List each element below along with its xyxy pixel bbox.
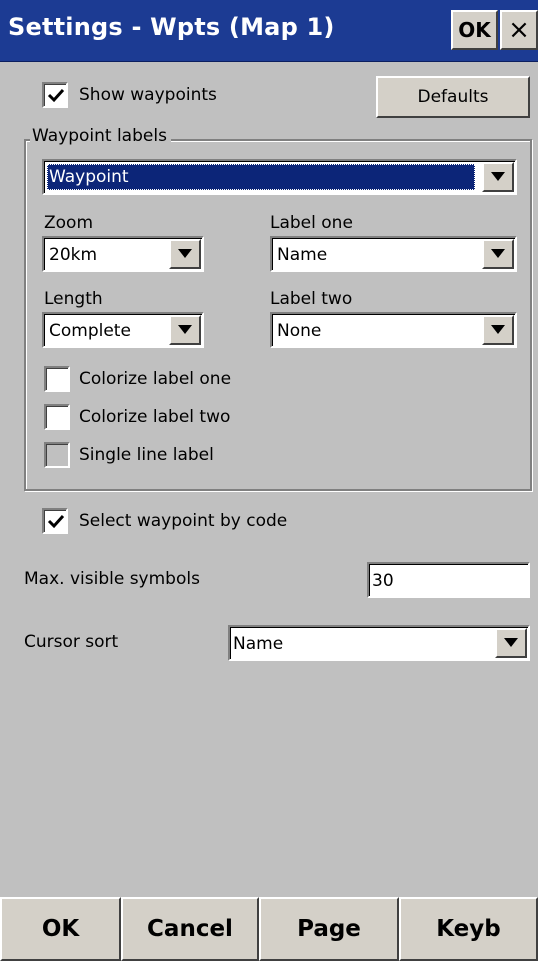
single-line-label-checkbox[interactable] [44, 442, 70, 468]
label-one-dropdown-button[interactable] [482, 239, 514, 269]
length-dropdown-button[interactable] [169, 315, 201, 345]
checkmark-icon [47, 88, 65, 103]
page-button[interactable]: Page [259, 897, 399, 961]
waypoint-type-value: Waypoint [47, 164, 475, 190]
show-waypoints-label: Show waypoints [79, 85, 217, 105]
show-waypoints-checkbox[interactable] [42, 82, 68, 108]
label-two-label: Label two [270, 289, 353, 309]
length-value: Complete [49, 321, 131, 341]
cursor-sort-value: Name [233, 634, 284, 654]
waypoint-labels-legend: Waypoint labels [30, 126, 171, 146]
keyboard-button[interactable]: Keyb [399, 897, 538, 961]
cancel-button[interactable]: Cancel [121, 897, 259, 961]
colorize-label-two-checkbox[interactable] [44, 404, 70, 430]
bottom-button-bar: OK Cancel Page Keyb [0, 897, 538, 961]
checkmark-icon [47, 514, 65, 529]
waypoint-type-dropdown-button[interactable] [482, 162, 514, 192]
cursor-sort-select[interactable]: Name [228, 625, 530, 661]
max-symbols-input[interactable]: 30 [367, 562, 530, 598]
defaults-button[interactable]: Defaults [376, 76, 530, 118]
chevron-down-icon [178, 249, 192, 258]
length-select[interactable]: Complete [42, 312, 204, 348]
zoom-label: Zoom [44, 213, 94, 233]
chevron-down-icon [178, 325, 192, 334]
chevron-down-icon [504, 638, 518, 647]
select-by-code-label: Select waypoint by code [79, 511, 288, 531]
colorize-label-two-label: Colorize label two [79, 407, 231, 427]
cursor-sort-dropdown-button[interactable] [495, 628, 527, 658]
chevron-down-icon [491, 172, 505, 181]
label-two-value: None [277, 321, 322, 341]
colorize-label-one-checkbox[interactable] [44, 366, 70, 392]
colorize-label-one-label: Colorize label one [79, 369, 232, 389]
zoom-select[interactable]: 20km [42, 236, 204, 272]
title-bar: Settings - Wpts (Map 1) OK × [0, 0, 538, 62]
chevron-down-icon [491, 249, 505, 258]
label-one-value: Name [277, 245, 328, 265]
max-symbols-value: 30 [372, 571, 394, 591]
label-one-select[interactable]: Name [270, 236, 517, 272]
chevron-down-icon [491, 325, 505, 334]
label-two-select[interactable]: None [270, 312, 517, 348]
title-ok-button[interactable]: OK [451, 10, 498, 50]
label-two-dropdown-button[interactable] [482, 315, 514, 345]
zoom-value: 20km [49, 245, 98, 265]
cursor-sort-label: Cursor sort [24, 632, 119, 652]
zoom-dropdown-button[interactable] [169, 239, 201, 269]
label-one-label: Label one [270, 213, 353, 233]
select-by-code-checkbox[interactable] [42, 508, 68, 534]
close-button[interactable]: × [500, 10, 538, 50]
ok-button[interactable]: OK [0, 897, 121, 961]
waypoint-type-select[interactable]: Waypoint [42, 159, 517, 195]
window-title: Settings - Wpts (Map 1) [8, 13, 335, 41]
length-label: Length [44, 289, 103, 309]
single-line-label-label: Single line label [79, 445, 214, 465]
max-symbols-label: Max. visible symbols [24, 569, 200, 589]
